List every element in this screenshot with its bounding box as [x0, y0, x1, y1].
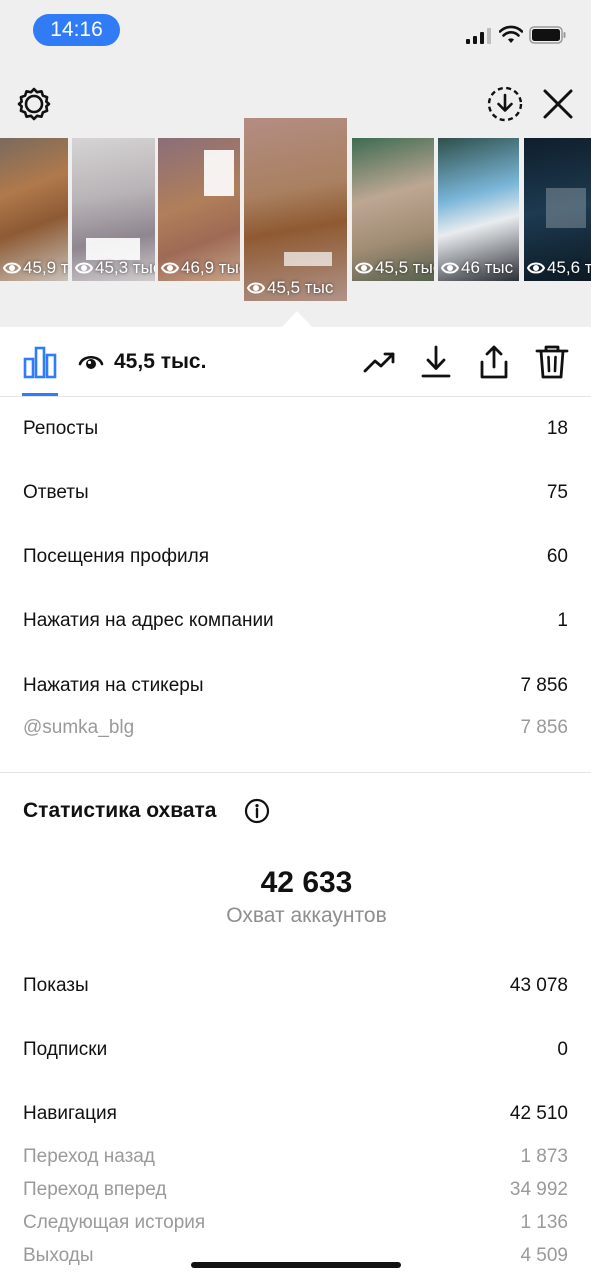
sticker-image [86, 238, 140, 260]
stat-value: 42 510 [509, 1103, 568, 1124]
stat-label: Посещения профиля [23, 546, 209, 567]
stat-value: 60 [546, 546, 568, 567]
story-thumbnail[interactable]: 45,3 тыс [72, 138, 155, 281]
download-icon[interactable] [418, 344, 454, 380]
selection-pointer [282, 311, 312, 327]
stat-row-sticker-mention: @sumka_blg 7 856 [23, 716, 568, 740]
story-thumbnail[interactable]: 46,9 тыс [158, 138, 240, 281]
stat-row-impressions: Показы 43 078 [23, 974, 568, 998]
thumbnail-views: 46,9 тыс [161, 258, 240, 278]
stat-label: Переход вперед [23, 1179, 167, 1200]
stories-header: 14:16 45,9 тыс [0, 0, 591, 327]
stat-value: 1 136 [520, 1212, 568, 1233]
eye-icon [441, 262, 459, 274]
thumbnail-views: 45,3 тыс [75, 258, 155, 278]
thumbnail-views: 45,5 тыс [247, 278, 333, 298]
close-icon[interactable] [540, 86, 576, 122]
stat-label: Показы [23, 975, 89, 996]
stat-value: 7 856 [520, 717, 568, 738]
total-views: 45,5 тыс. [114, 350, 207, 373]
trash-icon[interactable] [534, 344, 570, 380]
eye-icon [527, 262, 545, 274]
thumbnail-views: 46 тыс [441, 258, 513, 278]
eye-icon [355, 262, 373, 274]
story-thumbnail[interactable]: 45,5 тыс [352, 138, 434, 281]
stat-value: 75 [546, 482, 568, 503]
story-thumbnail[interactable]: 46 тыс [438, 138, 519, 281]
info-icon[interactable] [244, 798, 270, 824]
signal-icon [466, 28, 491, 44]
stat-row-back: Переход назад 1 873 [23, 1145, 568, 1169]
story-thumbnail[interactable]: 45,6 тыс [524, 138, 591, 281]
story-thumbnail[interactable]: 45,9 тыс [0, 138, 68, 281]
stat-row-replies: Ответы 75 [23, 481, 568, 505]
stat-label: Репосты [23, 418, 99, 439]
story-thumbnail-selected[interactable]: 45,5 тыс [244, 118, 347, 301]
stat-row-sticker-taps: Нажатия на стикеры 7 856 [23, 674, 568, 698]
stat-value: 1 873 [520, 1146, 568, 1167]
stat-label: Ответы [23, 482, 89, 503]
stat-value: 34 992 [509, 1179, 568, 1200]
sticker-image [284, 252, 332, 266]
stat-row-follows: Подписки 0 [23, 1038, 568, 1062]
status-time[interactable]: 14:16 [33, 14, 120, 46]
thumbnail-views: 45,9 тыс [3, 258, 68, 278]
thumbnail-views: 45,5 тыс [355, 258, 434, 278]
status-bar: 14:16 [0, 0, 591, 60]
trending-icon[interactable] [362, 344, 398, 380]
stat-row-address-taps: Нажатия на адрес компании 1 [23, 609, 568, 633]
stat-label: Переход назад [23, 1146, 155, 1167]
sticker-image [546, 188, 586, 228]
stat-row-navigation: Навигация 42 510 [23, 1102, 568, 1126]
eye-icon [3, 262, 21, 274]
stat-label: Нажатия на стикеры [23, 675, 204, 696]
eye-icon [75, 262, 93, 274]
accounts-reached-label: Охват аккаунтов [226, 904, 387, 927]
insights-toolbar: 45,5 тыс. [0, 327, 591, 397]
eye-icon [247, 282, 265, 294]
reach-section-title: Статистика охвата [23, 799, 217, 822]
stat-value: 18 [546, 418, 568, 439]
eye-icon [78, 355, 104, 369]
stat-label: Следующая история [23, 1212, 206, 1233]
home-indicator[interactable] [191, 1262, 401, 1268]
stat-row-forward: Переход вперед 34 992 [23, 1178, 568, 1202]
stat-value: 43 078 [509, 975, 568, 996]
stat-label: Выходы [23, 1245, 94, 1266]
stat-row-profile-visits: Посещения профиля 60 [23, 545, 568, 569]
battery-icon [529, 26, 566, 44]
stat-row-reposts: Репосты 18 [23, 417, 568, 441]
bar-chart-icon[interactable] [22, 345, 58, 379]
wifi-icon [499, 25, 523, 43]
stat-value: 7 856 [520, 675, 568, 696]
mention-link[interactable]: @sumka_blg [23, 716, 134, 740]
section-divider [0, 772, 591, 773]
stat-label: Нажатия на адрес компании [23, 610, 274, 631]
stat-label: Подписки [23, 1039, 108, 1060]
active-tab-indicator [22, 393, 58, 396]
stat-label: Навигация [23, 1103, 117, 1124]
download-circle-icon[interactable] [486, 85, 524, 123]
sticker-image [204, 150, 234, 196]
gear-icon[interactable] [16, 86, 52, 122]
eye-icon [161, 262, 179, 274]
share-icon[interactable] [476, 344, 512, 380]
stat-value: 4 509 [520, 1245, 568, 1266]
stat-row-next-story: Следующая история 1 136 [23, 1211, 568, 1235]
accounts-reached-value: 42 633 [260, 866, 353, 899]
stat-value: 0 [557, 1039, 568, 1060]
thumbnail-views: 45,6 тыс [527, 258, 591, 278]
stat-value: 1 [557, 610, 568, 631]
